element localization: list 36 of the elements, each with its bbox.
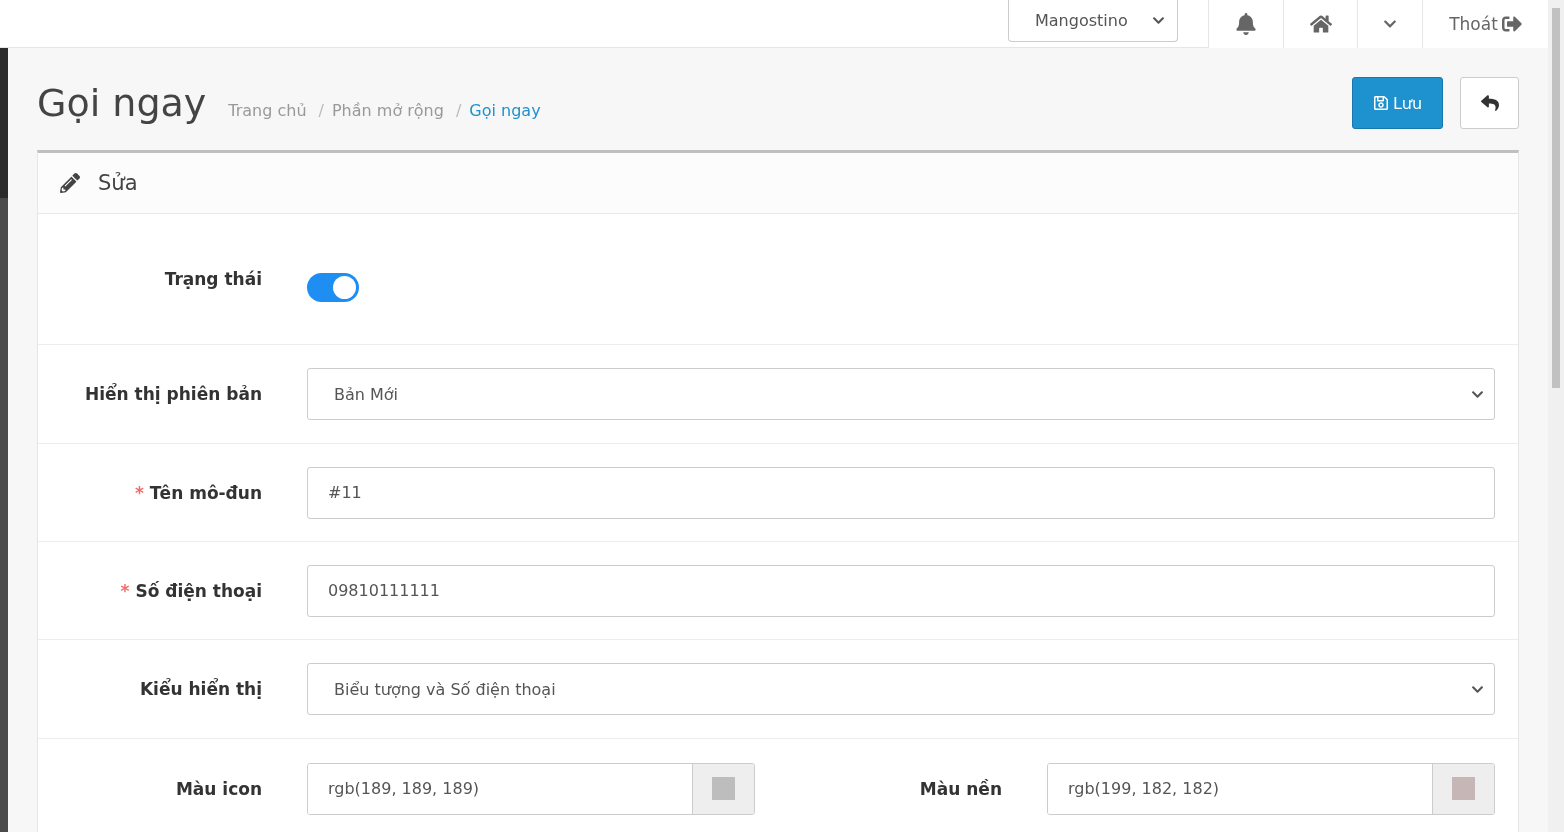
panel-title: Sửa [98, 171, 138, 195]
pencil-icon [60, 173, 80, 193]
breadcrumb-separator: / [318, 100, 324, 120]
page-title: Gọi ngay [37, 81, 207, 125]
select-field[interactable]: Biểu tượng và Số điện thoại [307, 663, 1495, 715]
field-label: * Tên mô-đun [133, 482, 263, 503]
chevron-down-icon [1152, 14, 1165, 27]
field-label: Kiểu hiển thị [138, 679, 263, 699]
breadcrumb-separator: / [455, 100, 462, 120]
save-icon [1372, 95, 1389, 111]
field-label: * Số điện thoại [119, 580, 263, 601]
field-label: Màu nền [918, 778, 1003, 799]
field-label: Trạng thái [163, 269, 263, 289]
required-mark: * [134, 482, 144, 503]
color-input[interactable]: rgb(199, 182, 182) [1047, 762, 1495, 815]
bell-icon [1235, 13, 1257, 35]
input-field[interactable]: #11 [307, 466, 1495, 519]
home-button[interactable] [1283, 0, 1357, 48]
scrollbar[interactable] [1548, 0, 1564, 832]
store-select[interactable]: Mangostino [1008, 0, 1178, 42]
save-button[interactable]: Lưu [1352, 77, 1443, 129]
color-swatch[interactable] [1452, 777, 1475, 800]
logout-icon [1501, 14, 1522, 34]
status-toggle[interactable] [307, 272, 359, 302]
color-swatch[interactable] [712, 777, 735, 800]
back-button[interactable] [1460, 77, 1519, 129]
color-input[interactable]: rgb(189, 189, 189) [307, 762, 755, 815]
field-label: Màu icon [174, 778, 263, 799]
logout-button[interactable]: Thoát [1422, 0, 1548, 48]
home-icon [1309, 13, 1332, 35]
field-label: Hiển thị phiên bản [84, 384, 263, 404]
notifications-button[interactable] [1208, 0, 1283, 48]
input-field[interactable]: 09810111111 [307, 564, 1495, 617]
select-field[interactable]: Bản Mới [307, 368, 1495, 420]
required-mark: * [120, 580, 130, 601]
reply-icon [1480, 94, 1499, 112]
